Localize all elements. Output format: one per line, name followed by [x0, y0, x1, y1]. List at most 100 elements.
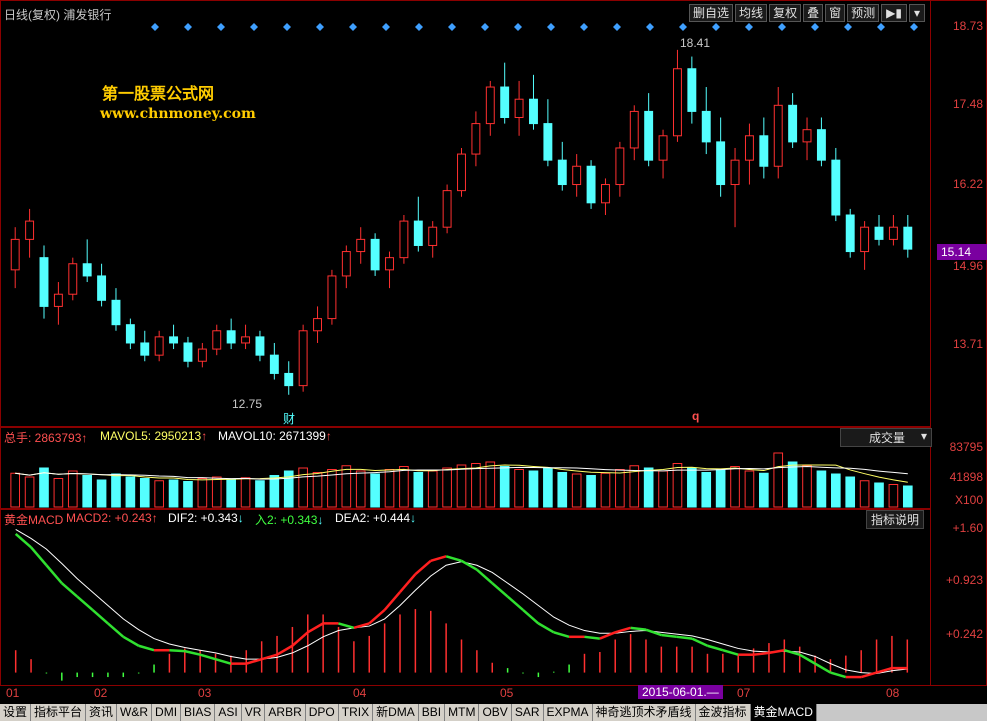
- adjust-price-button[interactable]: 复权: [769, 4, 802, 22]
- candle-body: [500, 86, 510, 118]
- dif-line-segment: [584, 635, 601, 640]
- dif-line-segment: [122, 635, 140, 647]
- tab-indicator[interactable]: BIAS: [181, 704, 216, 721]
- volume-bar: [543, 467, 553, 508]
- event-marker-q[interactable]: q: [692, 409, 699, 423]
- tab-indicator[interactable]: 神奇逃顶术矛盾线: [592, 704, 696, 721]
- dif-line-segment: [445, 555, 462, 562]
- tab-indicator[interactable]: ARBR: [265, 704, 306, 721]
- volume-bar: [427, 470, 438, 508]
- tab-indicator[interactable]: 资讯: [86, 704, 118, 721]
- candle-body: [341, 251, 351, 277]
- tab-indicator[interactable]: BBI: [418, 704, 446, 721]
- indicator-select-volume[interactable]: 成交量 ▾: [840, 428, 932, 447]
- tab-indicator[interactable]: 指标平台: [31, 704, 87, 721]
- tab-indicator[interactable]: ASI: [215, 704, 242, 721]
- tab-indicator[interactable]: DPO: [305, 704, 339, 721]
- month-label: 03: [198, 686, 212, 700]
- volume-bar: [859, 480, 870, 508]
- moving-average-button[interactable]: 均线: [735, 4, 768, 22]
- volume-bar: [384, 469, 395, 508]
- candle-body: [744, 135, 754, 161]
- month-label: 04: [353, 686, 367, 700]
- volume-bar: [341, 465, 352, 508]
- candle-body: [802, 129, 812, 143]
- volume-bar: [255, 480, 265, 508]
- candle-body: [572, 165, 582, 186]
- tab-indicator[interactable]: MTM: [445, 704, 480, 721]
- signal-diamond-icon: [448, 23, 456, 31]
- tab-indicator[interactable]: TRIX: [338, 704, 374, 721]
- finance-event-marker[interactable]: 财: [283, 410, 295, 427]
- signal-diamond-icon: [481, 23, 489, 31]
- forecast-button[interactable]: 预测: [847, 4, 880, 22]
- candle-body: [687, 68, 697, 112]
- overlay-button[interactable]: 叠: [803, 4, 824, 22]
- volume-bar: [715, 469, 726, 508]
- volume-bar: [802, 465, 812, 508]
- dif-line-segment: [399, 573, 417, 593]
- dif-line-segment: [506, 595, 524, 611]
- tab-indicator[interactable]: EXPMA: [543, 704, 593, 721]
- tab-indicator[interactable]: 金波指标: [695, 704, 751, 721]
- candle-body: [788, 104, 798, 143]
- volume-bar: [744, 470, 755, 508]
- tab-indicator[interactable]: 设置: [0, 704, 32, 721]
- volume-bar: [888, 484, 899, 508]
- volume-bar: [528, 470, 539, 508]
- dif-line-segment: [722, 649, 739, 656]
- indicator-tab-bar: 设置 指标平台 资讯 W&R DMI BIAS ASI VR ARBR DPO TRIX 新DMA BB…: [0, 704, 987, 721]
- candle-body: [399, 220, 409, 259]
- candle-body: [903, 226, 913, 250]
- month-label: 07: [737, 686, 751, 700]
- dif-line-segment: [661, 633, 677, 639]
- volume-bar: [874, 482, 884, 508]
- dif-line-segment: [338, 622, 355, 630]
- volume-select-label: 成交量: [869, 431, 906, 445]
- dif-line-segment: [522, 609, 540, 625]
- volume-bar: [298, 467, 308, 508]
- candle-body: [485, 86, 495, 125]
- candle-body: [269, 354, 279, 374]
- tab-indicator[interactable]: 新DMA: [373, 704, 419, 721]
- signal-diamond-icon: [646, 23, 654, 31]
- tab-indicator[interactable]: OBV: [479, 704, 512, 721]
- candle-body: [356, 238, 366, 253]
- high-price-label: 18.41: [680, 36, 711, 50]
- chevron-down-icon[interactable]: ▾: [908, 4, 925, 22]
- candle-body: [658, 135, 668, 161]
- candle-body: [457, 153, 466, 192]
- candle-body: [428, 226, 438, 246]
- volume-bar: [125, 476, 136, 508]
- signal-diamond-icon: [877, 23, 885, 31]
- candle-body: [672, 68, 682, 137]
- dif-line-segment: [107, 622, 125, 638]
- candle-body: [197, 348, 207, 362]
- tab-indicator[interactable]: SAR: [511, 704, 544, 721]
- candle-body: [39, 257, 49, 307]
- candle-body: [888, 226, 898, 240]
- dif-line-segment: [368, 609, 386, 625]
- candle-body: [370, 238, 380, 271]
- volume-bar: [586, 475, 596, 508]
- volume-axis-label: 41898: [949, 470, 983, 484]
- indicator-help-button[interactable]: 指标说明: [866, 510, 925, 529]
- tab-indicator[interactable]: W&R: [117, 704, 153, 721]
- volume-bar: [471, 463, 481, 508]
- remove-watchlist-button[interactable]: 删自选: [689, 4, 734, 22]
- tab-indicator[interactable]: DMI: [152, 704, 182, 721]
- dif-line-segment: [491, 582, 509, 598]
- volume-bar: [39, 467, 49, 508]
- dea2-label: DEA2: +0.444↓: [335, 511, 417, 525]
- window-button[interactable]: 窗: [825, 4, 846, 22]
- chart-title: 日线(复权) 浦发银行: [4, 8, 112, 22]
- tab-indicator[interactable]: VR: [241, 704, 266, 721]
- candle-body: [529, 98, 538, 125]
- signal-diamond-icon: [844, 23, 852, 31]
- candle-body: [284, 372, 294, 387]
- play-arrow-icon[interactable]: ▶▮: [881, 4, 907, 22]
- macd-indicator-name[interactable]: 黄金MACD: [4, 511, 63, 528]
- volume-bar: [816, 470, 827, 508]
- candle-body: [140, 342, 150, 356]
- tab-indicator[interactable]: 黄金MACD: [750, 704, 817, 721]
